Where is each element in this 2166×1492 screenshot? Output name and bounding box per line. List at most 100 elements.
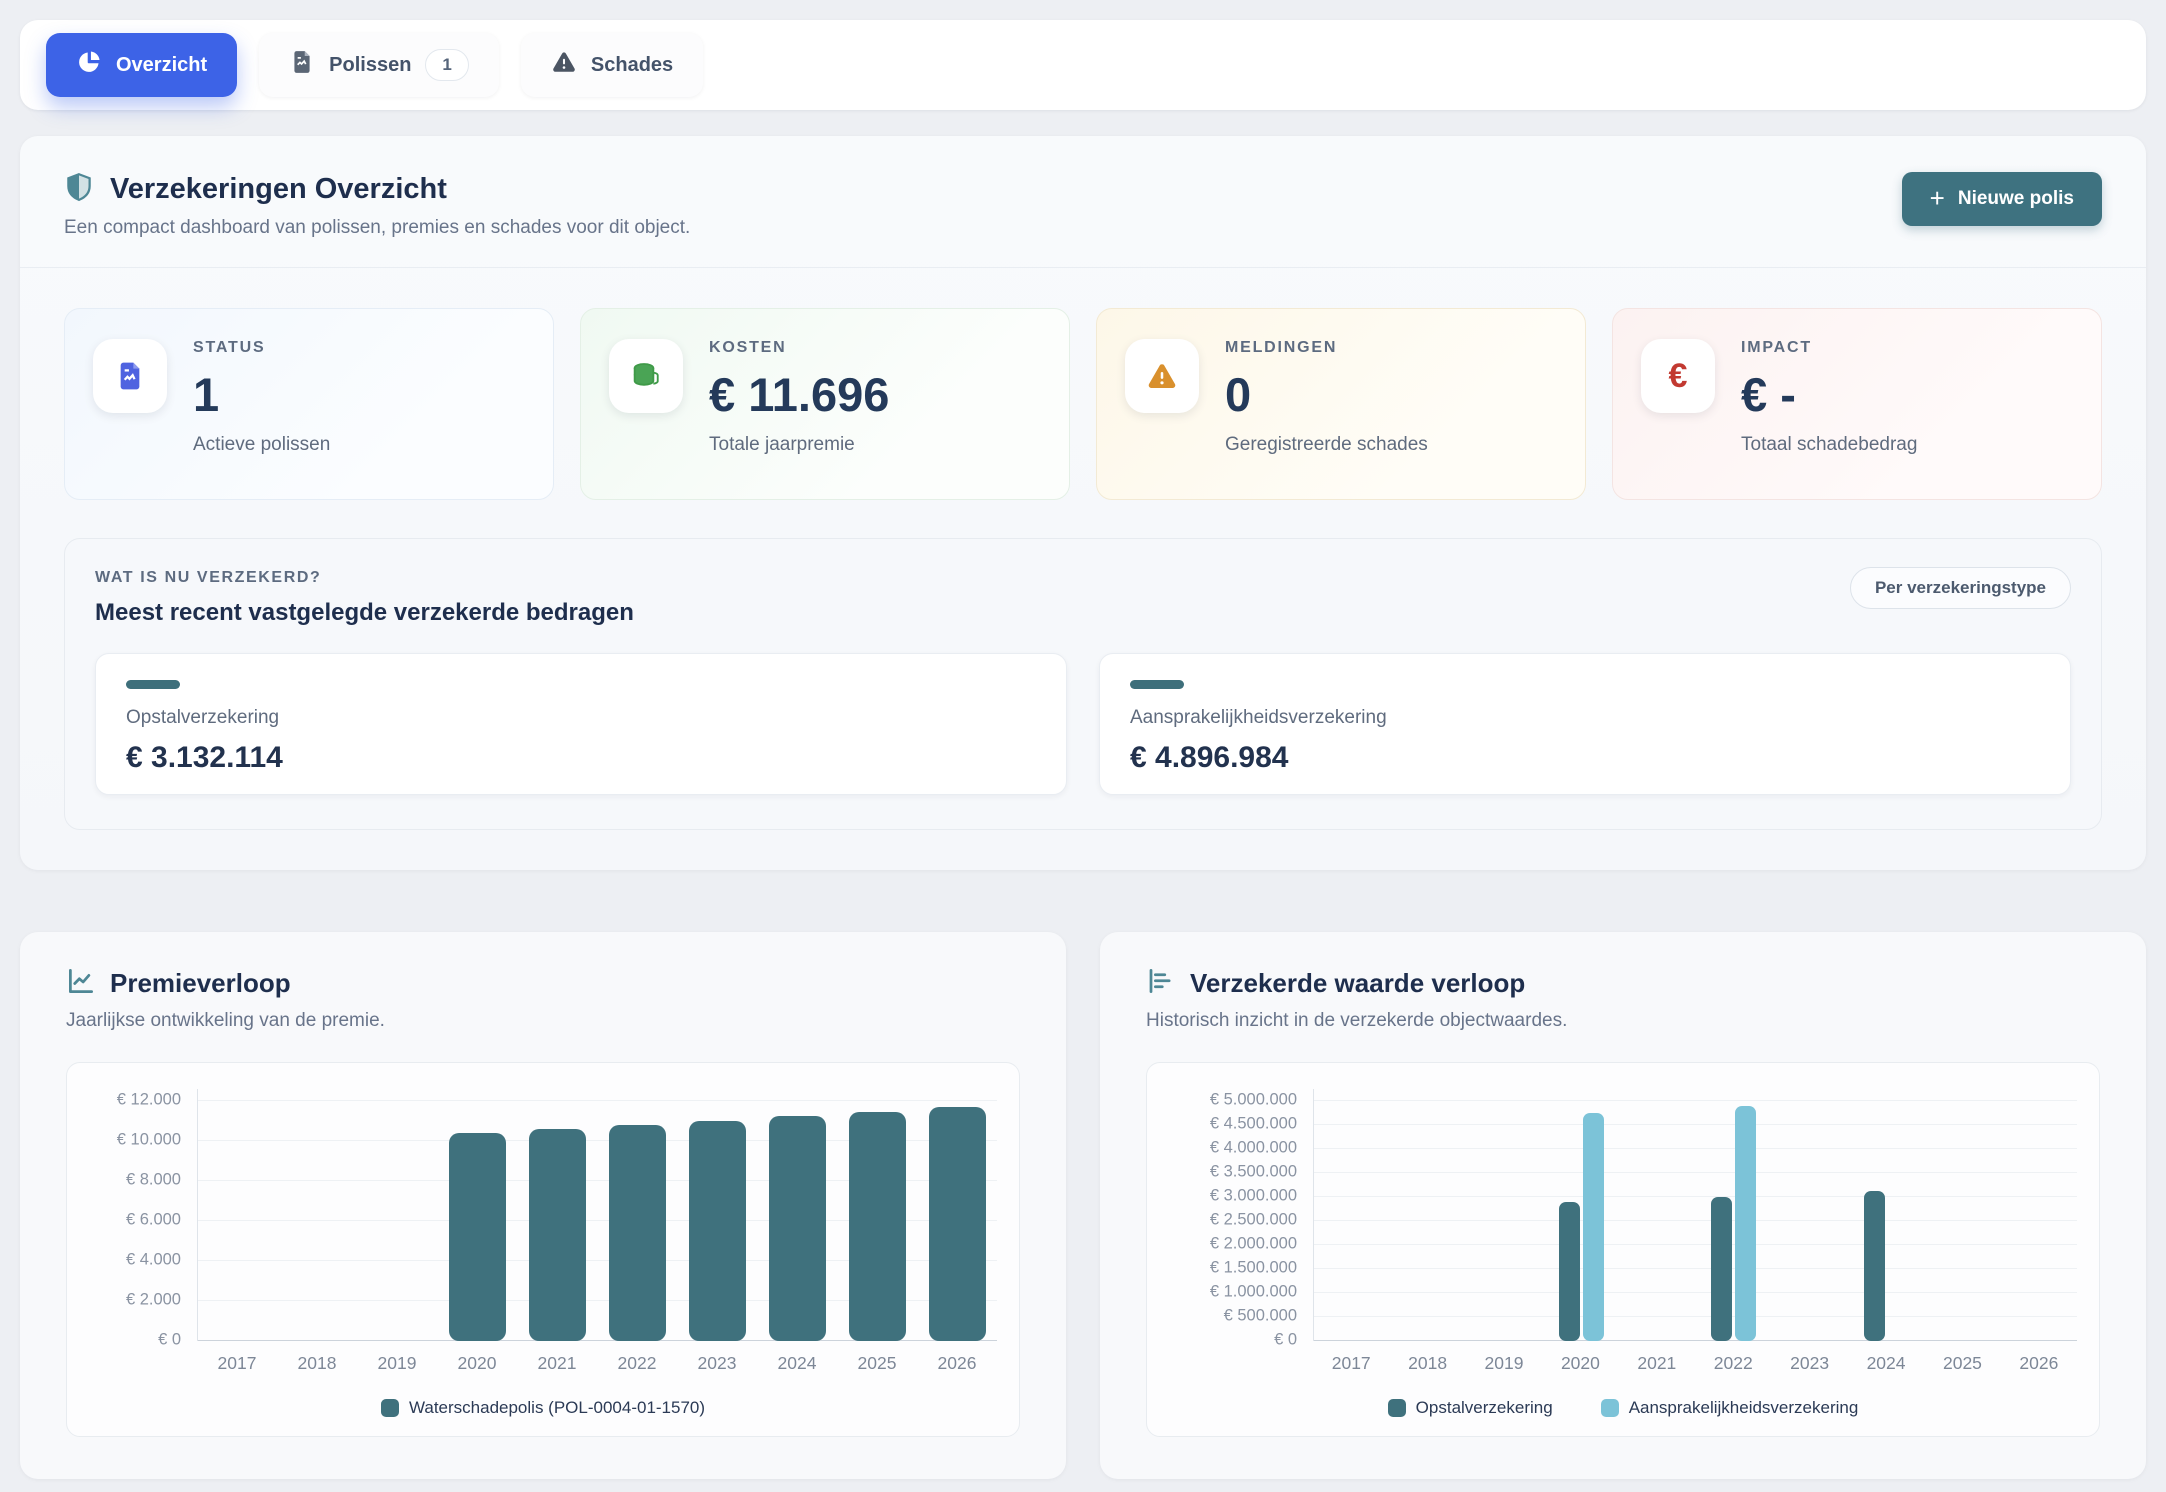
stat-label: IMPACT [1741, 339, 1812, 356]
bar-2022 [608, 1124, 666, 1341]
stat-cards-row: STATUS 1 Actieve polissen KOSTEN € 11.69… [20, 268, 2146, 500]
chart-legend: Waterschadepolis (POL-0004-01-1570) [89, 1398, 997, 1418]
tab-label: Polissen [329, 53, 412, 76]
stat-value: 0 [1225, 368, 1252, 421]
warning-triangle-icon [1125, 339, 1199, 413]
insured-card-opstal: Opstalverzekering € 3.132.114 [95, 653, 1067, 795]
coins-icon [609, 339, 683, 413]
line-chart-icon [66, 966, 96, 1001]
document-icon [93, 339, 167, 413]
insured-value-bar-chart: € 0 € 500.000 € 1.000.000 € 1.500.000 € 2.00… [1146, 1062, 2100, 1437]
charts-row: Premieverloop Jaarlijkse ontwikkeling va… [20, 932, 2146, 1479]
stat-description: Geregistreerde schades [1225, 434, 1428, 455]
insurance-overview-panel: Verzekeringen Overzicht Een compact dash… [20, 136, 2146, 870]
tab-overzicht[interactable]: Overzicht [46, 33, 238, 97]
chart-subtitle: Jaarlijkse ontwikkeling van de premie. [66, 1010, 385, 1031]
x-tick-label: 2017 [1331, 1353, 1371, 1373]
accent-dash [126, 680, 180, 689]
x-tick-label: 2018 [297, 1353, 337, 1373]
chart-subtitle: Historisch inzicht in de verzekerde obje… [1146, 1010, 1568, 1031]
legend-item: Opstalverzekering [1387, 1398, 1553, 1418]
euro-icon: € [1641, 339, 1715, 413]
y-axis-ticks: € 0 € 2.000 € 4.000 € 6.000 € 8.000 € 10.000 €… [116, 1090, 181, 1349]
insured-amount: € 4.896.984 [1130, 741, 1289, 774]
x-tick-label: 2019 [1484, 1353, 1524, 1373]
stat-description: Totale jaarpremie [709, 434, 855, 455]
x-tick-label: 2017 [217, 1353, 257, 1373]
stat-label: STATUS [193, 339, 266, 356]
tab-bar: Overzicht Polissen 1 Schades [20, 20, 2146, 110]
bar-2025 [848, 1111, 906, 1341]
page-title: Verzekeringen Overzicht [110, 173, 447, 205]
x-tick-label: 2023 [697, 1353, 737, 1373]
premium-chart-card: Premieverloop Jaarlijkse ontwikkeling va… [20, 932, 1066, 1479]
panel-header: Verzekeringen Overzicht Een compact dash… [20, 136, 2146, 268]
bar-2022 [1735, 1105, 1757, 1341]
insured-title: Meest recent vastgelegde verzekerde bedr… [95, 599, 634, 626]
stat-value: € 11.696 [709, 368, 890, 421]
stat-card-meldingen: MELDINGEN 0 Geregistreerde schades [1096, 308, 1586, 500]
insured-name: Opstalverzekering [126, 707, 280, 728]
x-tick-label: 2020 [1560, 1353, 1600, 1373]
x-axis-labels: 2017 2018 2019 2020 2021 2022 2023 2024 2025 2026 [197, 1353, 997, 1374]
stat-card-status: STATUS 1 Actieve polissen [64, 308, 554, 500]
new-policy-label: Nieuwe polis [1957, 188, 2074, 209]
x-axis-labels: 2017 2018 2019 2020 2021 2022 2023 2024 2025 2026 [1313, 1353, 2077, 1374]
plus-icon: + [1929, 183, 1945, 213]
legend-item: Waterschadepolis (POL-0004-01-1570) [380, 1398, 705, 1418]
page-subtitle: Een compact dashboard van polissen, prem… [64, 217, 691, 238]
premium-bar-chart: € 0 € 2.000 € 4.000 € 6.000 € 8.000 € 10.000 €… [66, 1062, 1020, 1437]
bar-2026 [928, 1107, 986, 1341]
shield-icon [64, 172, 94, 207]
tab-polissen[interactable]: Polissen 1 [259, 33, 499, 97]
x-tick-label: 2025 [1942, 1353, 1982, 1373]
polissen-count-badge: 1 [425, 49, 469, 81]
insured-amount: € 3.132.114 [126, 741, 283, 774]
insured-eyebrow: WAT IS NU VERZEKERD? [95, 569, 322, 586]
x-tick-label: 2026 [2019, 1353, 2059, 1373]
x-tick-label: 2020 [457, 1353, 497, 1373]
legend-swatch [1600, 1399, 1619, 1417]
stat-card-impact: € IMPACT € - Totaal schadebedrag [1612, 308, 2102, 500]
bar-chart-icon [1146, 966, 1176, 1001]
accent-dash [1130, 680, 1184, 689]
bar-2022 [1711, 1196, 1733, 1341]
insured-name: Aansprakelijkheidsverzekering [1130, 707, 1387, 728]
x-tick-label: 2025 [857, 1353, 897, 1373]
bar-2024 [1863, 1190, 1885, 1341]
bar-2020 [449, 1133, 507, 1341]
tab-label: Overzicht [116, 53, 208, 76]
x-tick-label: 2024 [777, 1353, 817, 1373]
insured-value-chart-card: Verzekerde waarde verloop Historisch inz… [1100, 932, 2146, 1479]
stat-label: MELDINGEN [1225, 339, 1338, 356]
tab-label: Schades [590, 53, 674, 76]
x-tick-label: 2023 [1790, 1353, 1830, 1373]
new-policy-button[interactable]: + Nieuwe polis [1901, 172, 2102, 226]
pie-chart-icon [76, 49, 102, 81]
warning-triangle-icon [551, 49, 577, 81]
x-tick-label: 2022 [617, 1353, 657, 1373]
tab-schades[interactable]: Schades [520, 33, 704, 97]
insured-amounts-section: WAT IS NU VERZEKERD? Meest recent vastge… [64, 538, 2102, 830]
x-tick-label: 2021 [537, 1353, 577, 1373]
x-tick-label: 2021 [1637, 1353, 1677, 1373]
stat-card-kosten: KOSTEN € 11.696 Totale jaarpremie [580, 308, 1070, 500]
stat-label: KOSTEN [709, 339, 787, 356]
insured-card-aansprakelijkheid: Aansprakelijkheidsverzekering € 4.896.98… [1099, 653, 2071, 795]
x-tick-label: 2018 [1408, 1353, 1448, 1373]
legend-swatch [1387, 1399, 1406, 1417]
bar-2021 [529, 1129, 587, 1341]
stat-value: € - [1741, 368, 1796, 421]
stat-description: Totaal schadebedrag [1741, 434, 1918, 455]
stat-description: Actieve polissen [193, 434, 331, 455]
y-axis-ticks: € 0 € 500.000 € 1.000.000 € 1.500.000 € 2.00… [1209, 1090, 1297, 1349]
x-tick-label: 2019 [377, 1353, 417, 1373]
x-tick-label: 2024 [1866, 1353, 1906, 1373]
bar-2024 [768, 1116, 826, 1341]
x-tick-label: 2022 [1713, 1353, 1753, 1373]
per-verzekeringstype-badge[interactable]: Per verzekeringstype [1849, 567, 2071, 609]
bar-2020 [1558, 1201, 1580, 1341]
legend-item: Aansprakelijkheidsverzekering [1600, 1398, 1858, 1418]
policy-file-icon [289, 49, 315, 81]
stat-value: 1 [193, 368, 220, 421]
